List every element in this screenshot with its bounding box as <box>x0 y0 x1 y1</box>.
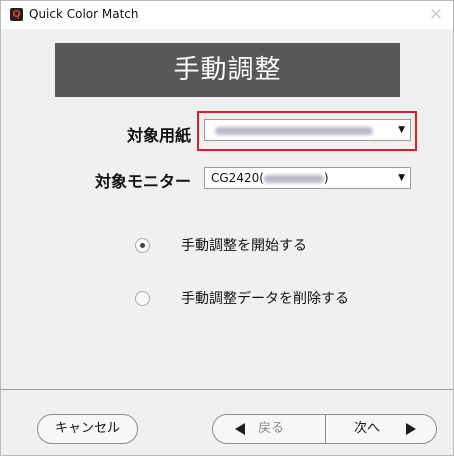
radio-delete-data[interactable] <box>135 291 150 306</box>
monitor-select[interactable]: CG2420() ▼ <box>204 167 411 189</box>
next-button-label: 次へ <box>354 421 381 436</box>
paper-label: 対象用紙 <box>126 126 191 145</box>
window-title: Quick Color Match <box>29 7 139 21</box>
app-logo-icon: Q <box>10 8 23 21</box>
radio-start-adjust[interactable] <box>135 238 150 253</box>
redacted-paper-name <box>215 126 373 135</box>
next-button[interactable]: 次へ <box>326 415 436 443</box>
chevron-down-icon: ▼ <box>398 125 405 135</box>
redacted-serial <box>263 174 324 183</box>
cancel-button[interactable]: キャンセル <box>37 414 138 444</box>
chevron-down-icon: ▼ <box>398 173 405 183</box>
option-delete-data-label[interactable]: 手動調整データを削除する <box>181 288 349 308</box>
back-button[interactable]: 戻る <box>213 415 325 443</box>
back-button-label: 戻る <box>258 421 285 436</box>
footer: キャンセル 戻る 次へ <box>1 390 453 455</box>
monitor-value-suffix: ) <box>323 171 329 185</box>
app-window: Q Quick Color Match × 手動調整 対象用紙 ▼ 対象モニター… <box>0 0 454 456</box>
monitor-value-prefix: CG2420( <box>211 171 264 185</box>
paper-select[interactable]: ▼ <box>204 119 411 141</box>
page-title: 手動調整 <box>55 43 400 97</box>
close-icon[interactable]: × <box>419 1 453 29</box>
triangle-left-icon <box>235 423 245 435</box>
nav-button-group: 戻る 次へ <box>212 414 437 444</box>
title-bar: Q Quick Color Match × <box>1 1 453 29</box>
option-start-adjust-label[interactable]: 手動調整を開始する <box>181 235 307 255</box>
triangle-right-icon <box>406 423 416 435</box>
main-content: 手動調整 対象用紙 ▼ 対象モニター CG2420() ▼ 手動調整を開始する … <box>1 29 453 389</box>
monitor-label: 対象モニター <box>94 172 191 191</box>
